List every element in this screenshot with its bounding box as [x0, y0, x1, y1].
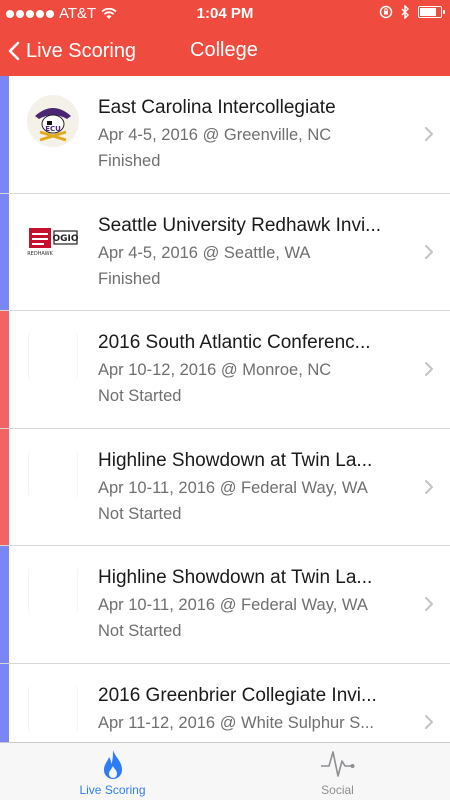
- chevron-right-icon: [425, 597, 433, 611]
- event-date-location: Apr 4-5, 2016 @ Greenville, NC: [98, 126, 332, 144]
- event-date-location: Apr 11-12, 2016 @ White Sulphur S...: [98, 713, 375, 732]
- blank-logo: [28, 683, 78, 734]
- tab-bar: Live Scoring Social: [0, 742, 450, 800]
- chevron-right-icon: [425, 479, 433, 494]
- event-row[interactable]: 2016 Greenbrier Collegiate Invi... Apr 1…: [0, 663, 450, 742]
- event-date-location: Apr 10-11, 2016 @ Federal Way, WA: [98, 596, 368, 614]
- blank-logo: [28, 331, 78, 381]
- svg-text:REDHAWK: REDHAWK: [27, 251, 53, 257]
- status-stripe: [0, 663, 9, 742]
- tab-label: Live Scoring: [79, 783, 146, 797]
- event-status: Not Started: [98, 387, 182, 405]
- event-title: Seattle University Redhawk Invi...: [98, 214, 382, 236]
- event-title: 2016 South Atlantic Conferenc...: [98, 332, 371, 353]
- tab-label: Social: [321, 783, 354, 797]
- status-stripe: [0, 311, 9, 428]
- tab-social[interactable]: Social: [225, 743, 450, 800]
- ecu-pirate-logo: ECU: [26, 94, 80, 148]
- chevron-right-icon: [425, 714, 433, 729]
- battery-icon: [418, 6, 445, 18]
- status-stripe: [0, 546, 9, 663]
- event-date-location: Apr 10-12, 2016 @ Monroe, NC: [98, 361, 332, 379]
- rotation-lock-icon: [379, 5, 393, 19]
- chevron-right-icon: [425, 244, 433, 259]
- chevron-right-icon: [425, 127, 433, 141]
- event-title: East Carolina Intercollegiate: [98, 97, 336, 118]
- chevron-left-icon: [8, 41, 20, 61]
- event-title: Highline Showdown at Twin La...: [98, 449, 373, 471]
- page-title: College: [190, 39, 258, 61]
- tab-live-scoring[interactable]: Live Scoring: [0, 743, 225, 800]
- event-list[interactable]: ECU East Carolina Intercollegiate Apr 4-…: [0, 76, 450, 742]
- back-button[interactable]: Live Scoring: [8, 36, 136, 66]
- svg-text:ECU: ECU: [45, 125, 61, 133]
- event-date-location: Apr 4-5, 2016 @ Seattle, WA: [98, 243, 311, 262]
- event-date-location: Apr 10-11, 2016 @ Federal Way, WA: [98, 478, 368, 497]
- event-title: 2016 Greenbrier Collegiate Invi...: [98, 684, 377, 706]
- flame-icon: [103, 750, 122, 779]
- status-stripe: [0, 76, 9, 193]
- seattle-ogio-logo: REDHAWK OGIO: [26, 212, 80, 266]
- status-stripe: [0, 428, 9, 545]
- event-status: Not Started: [98, 504, 182, 523]
- back-button-label: Live Scoring: [26, 39, 137, 62]
- event-title: Highline Showdown at Twin La...: [98, 567, 373, 588]
- blank-logo: [28, 566, 78, 616]
- blank-logo: [28, 448, 78, 499]
- navigation-bar: Live Scoring College: [0, 28, 450, 76]
- event-status: Not Started: [98, 622, 182, 640]
- event-row[interactable]: Highline Showdown at Twin La... Apr 10-1…: [0, 546, 450, 664]
- event-row[interactable]: REDHAWK OGIO Seattle University Redhawk …: [0, 193, 450, 311]
- svg-text:OGIO: OGIO: [52, 234, 78, 244]
- event-status: Finished: [98, 152, 161, 170]
- bluetooth-icon: [401, 5, 409, 19]
- chevron-right-icon: [425, 362, 433, 376]
- status-right: [379, 5, 445, 19]
- event-row[interactable]: Highline Showdown at Twin La... Apr 10-1…: [0, 428, 450, 546]
- status-bar: AT&T 1:04 PM: [0, 0, 450, 28]
- event-row[interactable]: ECU East Carolina Intercollegiate Apr 4-…: [0, 76, 450, 194]
- event-status: Finished: [98, 269, 161, 288]
- pulse-icon: [320, 751, 354, 777]
- event-row[interactable]: 2016 South Atlantic Conferenc... Apr 10-…: [0, 311, 450, 429]
- status-stripe: [0, 193, 9, 310]
